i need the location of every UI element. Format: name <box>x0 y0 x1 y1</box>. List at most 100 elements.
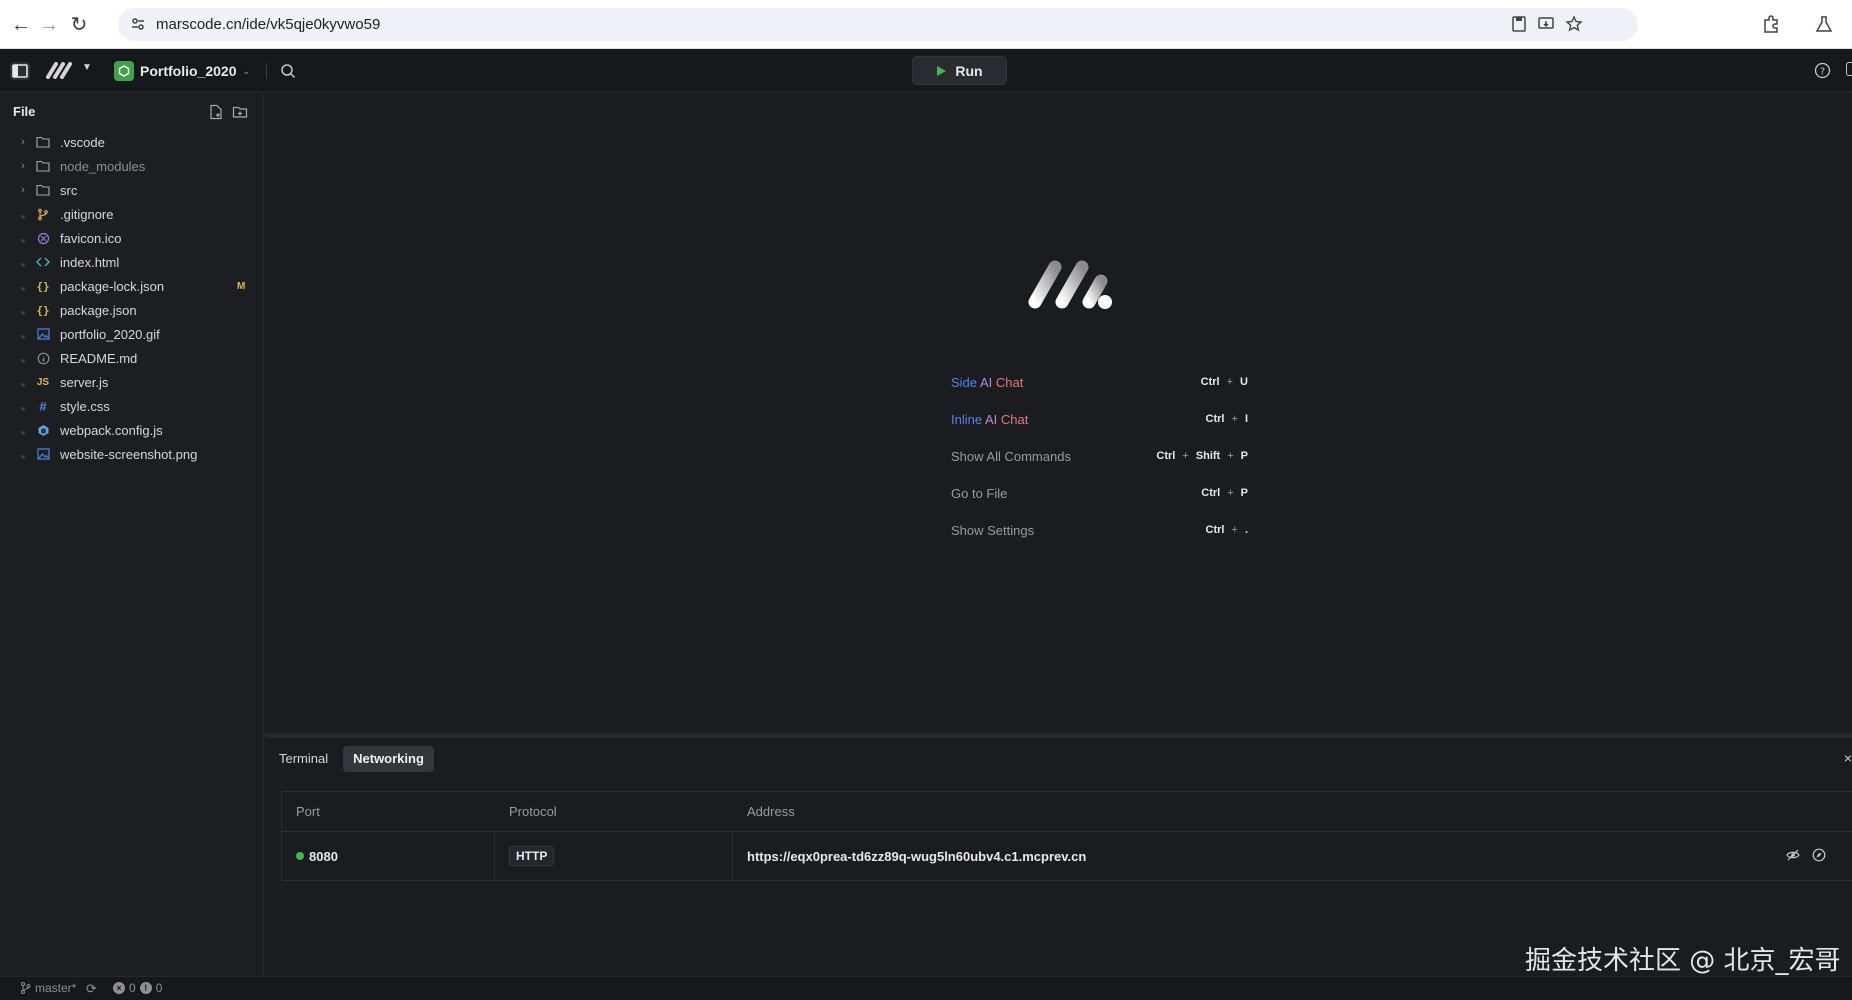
tree-file[interactable]: .gitignore <box>0 202 264 226</box>
tree-file[interactable]: portfolio_2020.gif <box>0 322 264 346</box>
tree-folder[interactable]: › src <box>0 178 264 202</box>
shortcut-keys: Ctrl +. <box>1203 523 1251 537</box>
labs-icon[interactable] <box>1814 14 1834 34</box>
site-settings-icon[interactable] <box>130 16 146 32</box>
tree-file[interactable]: JS server.js <box>0 370 264 394</box>
back-icon[interactable]: ← <box>8 12 34 38</box>
tree-file[interactable]: website-screenshot.png <box>0 442 264 466</box>
chevron-right-icon[interactable]: › <box>16 160 30 172</box>
key-cap: I <box>1244 413 1248 425</box>
key-separator: + <box>1227 450 1234 462</box>
shortcut-row[interactable]: Show Settings Ctrl +. <box>951 523 1251 560</box>
tree-folder[interactable]: › node_modules <box>0 154 264 178</box>
shortcut-label-text: Show Settings <box>951 523 1035 538</box>
visibility-off-icon[interactable] <box>1786 848 1800 862</box>
tree-indent-dot <box>16 375 30 390</box>
shortcut-label[interactable]: Show Settings <box>951 523 1034 538</box>
tree-item-label: README.md <box>60 350 138 366</box>
project-name[interactable]: Portfolio_2020 <box>140 63 236 79</box>
chevron-right-icon[interactable]: › <box>16 184 30 196</box>
shortcut-row[interactable]: Show All Commands Ctrl + Shift + P <box>951 449 1251 486</box>
play-icon <box>937 65 947 76</box>
bookmark-page-icon[interactable] <box>1510 15 1528 33</box>
networking-table: Port Protocol Address 8080 HTTP https://… <box>281 791 1852 881</box>
welcome-shortcuts: Side AI Chat Ctrl + U Inline AI Chat Ctrl + I Sh… <box>951 375 1251 560</box>
star-icon[interactable] <box>1565 15 1583 33</box>
address-link[interactable]: https://eqx0prea-td6zz89q-wug5ln60ubv4.c… <box>747 849 1086 864</box>
folder-icon <box>34 160 52 172</box>
sync-icon[interactable]: ⟳ <box>86 981 97 997</box>
address-bar[interactable]: marscode.cn/ide/vk5qje0kyvwo59 <box>118 8 1638 41</box>
shortcut-row[interactable]: Inline AI Chat Ctrl + I <box>951 412 1251 449</box>
install-app-icon[interactable] <box>1537 15 1555 33</box>
shortcut-label-part: AI <box>984 412 998 427</box>
json-icon: {} <box>36 303 50 317</box>
marscode-logo-icon[interactable] <box>45 61 75 79</box>
shortcut-label-part: Inline <box>951 412 983 427</box>
tree-item-label: .vscode <box>60 134 105 150</box>
shortcut-label-part: Chat <box>1000 412 1029 427</box>
chevron-right-icon[interactable]: › <box>16 136 30 148</box>
tree-file[interactable]: {} package-lock.json M <box>0 274 264 298</box>
shortcut-row[interactable]: Go to File Ctrl + P <box>951 486 1251 523</box>
key-cap: U <box>1240 376 1248 388</box>
table-row[interactable]: 8080 HTTP https://eqx0prea-td6zz89q-wug5… <box>282 832 1852 880</box>
key-cap: Ctrl <box>1156 450 1176 462</box>
tree-file[interactable]: favicon.ico <box>0 226 264 250</box>
project-switcher[interactable]: Portfolio_2020 ⌄ <box>114 60 250 82</box>
port-value: 8080 <box>309 848 338 864</box>
extensions-icon[interactable] <box>1761 14 1781 34</box>
run-button[interactable]: Run <box>912 56 1007 85</box>
help-icon[interactable]: ? <box>1814 62 1831 79</box>
tree-file[interactable]: README.md <box>0 346 264 370</box>
shortcut-keys: Ctrl + P <box>1198 486 1251 500</box>
shortcut-label[interactable]: Side AI Chat <box>951 375 1023 390</box>
key-cap: Ctrl <box>1205 413 1225 425</box>
protocol-badge: HTTP <box>509 846 555 866</box>
tree-folder[interactable]: › .vscode <box>0 130 264 154</box>
tree-indent-dot <box>16 279 30 294</box>
new-folder-icon[interactable] <box>232 104 248 120</box>
logo-menu-chevron-icon[interactable]: ▼ <box>82 62 92 73</box>
key-separator: + <box>1227 487 1234 499</box>
open-browser-icon[interactable] <box>1812 848 1826 862</box>
tree-item-label: server.js <box>60 374 109 390</box>
tree-file[interactable]: # style.css <box>0 394 264 418</box>
row-actions <box>1786 848 1826 862</box>
branch-indicator[interactable]: master* <box>20 981 76 995</box>
tab-networking[interactable]: Networking <box>343 746 434 772</box>
tab-terminal[interactable]: Terminal <box>278 746 329 772</box>
tree-item-label: style.css <box>60 398 110 414</box>
url-text[interactable]: marscode.cn/ide/vk5qje0kyvwo59 <box>156 16 380 33</box>
shortcut-label[interactable]: Go to File <box>951 486 1007 501</box>
search-icon[interactable] <box>280 63 296 79</box>
info-icon <box>34 352 52 365</box>
shortcut-label[interactable]: Inline AI Chat <box>951 412 1028 427</box>
tree-item-label: package.json <box>60 302 137 318</box>
image-icon <box>34 448 52 460</box>
port-status-dot <box>296 852 304 860</box>
css-icon: # <box>39 398 47 414</box>
toggle-sidebar-icon[interactable] <box>8 60 32 82</box>
tree-indent-dot <box>16 399 30 414</box>
tree-file[interactable]: {} package.json <box>0 298 264 322</box>
tree-item-label: node_modules <box>60 158 146 174</box>
key-cap: . <box>1244 524 1248 536</box>
key-separator: + <box>1231 413 1238 425</box>
tree-file[interactable]: webpack.config.js <box>0 418 264 442</box>
git-icon <box>34 208 52 221</box>
key-cap: Shift <box>1195 450 1221 462</box>
problems-indicator[interactable]: × 0 ! 0 <box>113 981 162 995</box>
shortcut-row[interactable]: Side AI Chat Ctrl + U <box>951 375 1251 412</box>
close-icon[interactable]: × <box>1844 750 1852 766</box>
notifications-icon[interactable] <box>1846 62 1852 76</box>
reload-icon[interactable]: ↻ <box>66 12 92 38</box>
panel-tabs: Terminal Networking <box>278 746 434 772</box>
project-chevron-down-icon[interactable]: ⌄ <box>242 66 250 77</box>
new-file-icon[interactable] <box>208 104 224 120</box>
forward-icon[interactable]: → <box>36 12 62 38</box>
tree-file[interactable]: index.html <box>0 250 264 274</box>
shortcut-label[interactable]: Show All Commands <box>951 449 1071 464</box>
git-branch-icon <box>21 982 31 994</box>
folder-icon <box>34 184 52 196</box>
